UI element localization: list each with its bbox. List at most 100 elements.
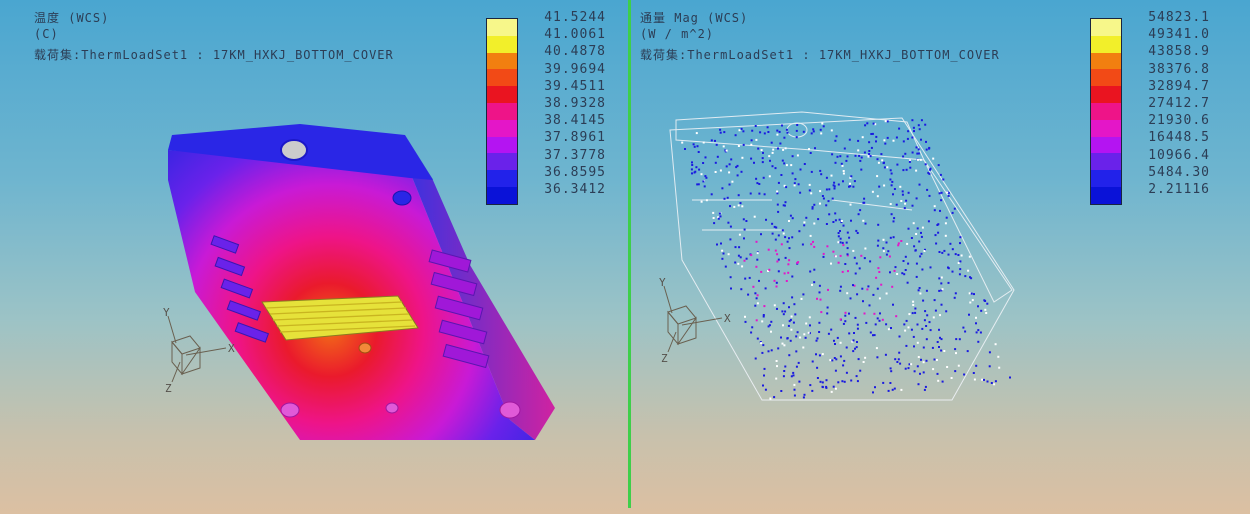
flux-vector: [925, 148, 928, 151]
heat-flux-model-view[interactable]: X Y Z: [632, 0, 1250, 514]
flux-vector: [739, 256, 742, 259]
flux-vector: [775, 226, 778, 229]
flux-vector: [898, 335, 901, 338]
flux-vector: [695, 166, 698, 169]
flux-vector: [802, 346, 805, 349]
flux-vector: [766, 126, 769, 129]
flux-vector: [818, 354, 821, 357]
flux-vector: [702, 162, 705, 164]
flux-vector: [904, 329, 907, 332]
flux-vector: [980, 309, 983, 312]
flux-vector: [782, 302, 785, 305]
flux-vector: [841, 164, 844, 167]
flux-vector: [843, 147, 846, 150]
flux-vector: [752, 285, 755, 288]
flux-vector: [863, 257, 866, 260]
triad-y-label: Y: [163, 306, 170, 319]
flux-vector: [883, 139, 886, 142]
flux-vector: [994, 380, 997, 383]
flux-vector: [937, 379, 940, 382]
flux-vector: [796, 154, 799, 157]
flux-vector: [863, 197, 866, 200]
flux-vector: [998, 366, 1001, 369]
flux-vector: [917, 158, 919, 161]
flux-vector: [862, 361, 865, 363]
flux-vector: [862, 201, 865, 204]
flux-vector: [877, 239, 880, 242]
flux-vector: [872, 122, 875, 125]
flux-vector: [784, 147, 787, 150]
flux-vector: [918, 287, 921, 289]
flux-vector: [936, 372, 939, 375]
flux-vector: [775, 285, 778, 288]
viewport-divider[interactable]: [628, 0, 631, 508]
flux-vector: [839, 254, 842, 257]
flux-vector: [796, 261, 799, 264]
flux-vector: [839, 230, 841, 232]
flux-vector: [710, 193, 713, 196]
orientation-triad-right: [663, 285, 723, 353]
temperature-model-view[interactable]: X Y Z: [0, 0, 628, 514]
flux-vector: [888, 255, 891, 258]
flux-vector: [901, 272, 904, 275]
flux-vector: [769, 159, 771, 162]
flux-vector: [876, 287, 879, 290]
flux-vector: [831, 197, 834, 200]
flux-vector: [720, 242, 722, 245]
flux-vector: [907, 191, 910, 194]
flux-vector: [917, 124, 920, 127]
temperature-viewport[interactable]: 温度 (WCS) (C) 载荷集:ThermLoadSet1 : 17KM_HX…: [0, 0, 628, 514]
flux-vector: [864, 247, 867, 250]
flux-vector: [834, 255, 837, 258]
flux-vector: [859, 369, 862, 372]
flux-vector: [884, 353, 887, 356]
flux-vector: [691, 172, 693, 175]
flux-vector: [920, 252, 923, 255]
flux-vector: [810, 243, 813, 246]
flux-vector: [977, 329, 980, 332]
flux-vector: [761, 351, 764, 354]
flux-vector: [783, 344, 786, 347]
flux-vector: [704, 156, 707, 159]
flux-vector: [809, 270, 812, 273]
flux-vector: [928, 321, 931, 324]
flux-vector: [904, 255, 907, 258]
flux-vector: [920, 119, 923, 122]
flux-vector: [972, 372, 975, 374]
flux-vector: [793, 394, 796, 397]
flux-vector: [693, 171, 696, 174]
flux-vector: [812, 240, 814, 243]
flux-vector: [940, 282, 943, 285]
flux-vector: [964, 275, 967, 278]
flux-vector: [897, 358, 900, 361]
flux-vector: [791, 296, 794, 299]
flux-vector: [928, 146, 931, 149]
flux-vector: [791, 155, 794, 158]
flux-vector: [968, 292, 971, 295]
flux-vector: [875, 135, 878, 138]
flux-vector: [733, 205, 736, 208]
heat-flux-viewport[interactable]: 通量 Mag (WCS) (W / m^2) 载荷集:ThermLoadSet1…: [632, 0, 1250, 514]
flux-vector: [809, 324, 811, 327]
flux-vector: [915, 169, 918, 172]
flux-vector: [863, 312, 866, 315]
flux-vector: [737, 262, 740, 265]
flux-vector: [872, 391, 874, 394]
flux-vector: [909, 166, 912, 169]
flux-vector: [767, 248, 770, 251]
flux-vector: [882, 250, 885, 253]
flux-vector: [692, 143, 695, 146]
flux-vector: [913, 130, 915, 133]
flux-vector: [885, 253, 888, 256]
flux-vector: [862, 219, 865, 222]
flux-vector: [912, 222, 915, 225]
flux-vector: [890, 184, 893, 187]
flux-vector: [973, 378, 976, 381]
flux-vector: [954, 348, 957, 351]
flux-vector: [808, 183, 811, 186]
flux-vector: [893, 269, 896, 272]
flux-vector: [808, 148, 810, 151]
flux-vector: [880, 283, 883, 286]
flux-vector: [830, 129, 833, 132]
flux-vector: [886, 120, 889, 123]
